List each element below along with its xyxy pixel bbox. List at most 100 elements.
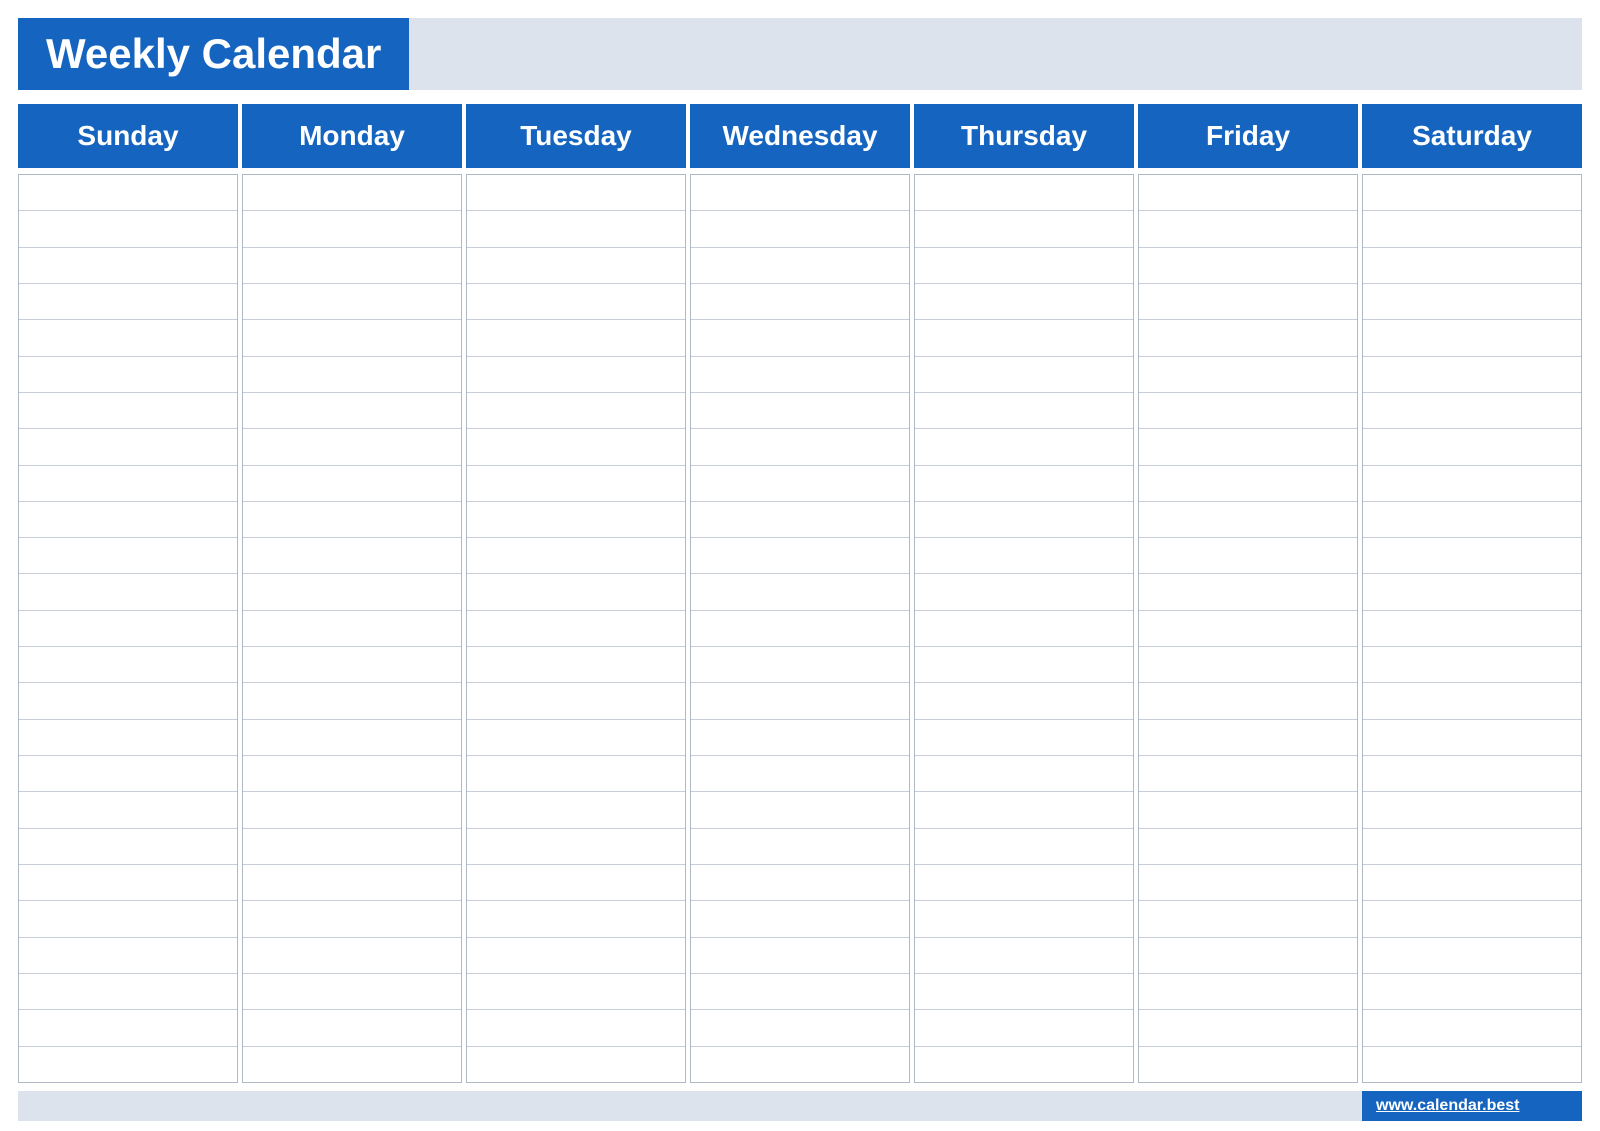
table-row[interactable]: [691, 284, 909, 320]
table-row[interactable]: [1139, 720, 1357, 756]
table-row[interactable]: [467, 901, 685, 937]
table-row[interactable]: [691, 357, 909, 393]
table-row[interactable]: [467, 320, 685, 356]
table-row[interactable]: [915, 284, 1133, 320]
table-row[interactable]: [467, 865, 685, 901]
table-row[interactable]: [1139, 1047, 1357, 1082]
table-row[interactable]: [1363, 502, 1581, 538]
table-row[interactable]: [1139, 611, 1357, 647]
table-row[interactable]: [467, 393, 685, 429]
table-row[interactable]: [915, 611, 1133, 647]
table-row[interactable]: [243, 429, 461, 465]
table-row[interactable]: [243, 320, 461, 356]
table-row[interactable]: [915, 829, 1133, 865]
table-row[interactable]: [19, 611, 237, 647]
table-row[interactable]: [19, 574, 237, 610]
table-row[interactable]: [691, 611, 909, 647]
table-row[interactable]: [1363, 901, 1581, 937]
table-row[interactable]: [915, 901, 1133, 937]
table-row[interactable]: [1363, 175, 1581, 211]
table-row[interactable]: [691, 901, 909, 937]
table-row[interactable]: [691, 792, 909, 828]
table-row[interactable]: [1139, 211, 1357, 247]
table-row[interactable]: [19, 974, 237, 1010]
table-row[interactable]: [691, 248, 909, 284]
table-row[interactable]: [1363, 1047, 1581, 1082]
table-row[interactable]: [1363, 792, 1581, 828]
table-row[interactable]: [1139, 647, 1357, 683]
table-row[interactable]: [1139, 574, 1357, 610]
day-column-saturday[interactable]: [1362, 174, 1582, 1083]
table-row[interactable]: [19, 1047, 237, 1082]
table-row[interactable]: [915, 647, 1133, 683]
table-row[interactable]: [243, 720, 461, 756]
table-row[interactable]: [1139, 901, 1357, 937]
table-row[interactable]: [1139, 357, 1357, 393]
table-row[interactable]: [243, 466, 461, 502]
table-row[interactable]: [243, 792, 461, 828]
table-row[interactable]: [1139, 466, 1357, 502]
table-row[interactable]: [243, 284, 461, 320]
table-row[interactable]: [19, 683, 237, 719]
table-row[interactable]: [19, 429, 237, 465]
table-row[interactable]: [691, 865, 909, 901]
table-row[interactable]: [1363, 611, 1581, 647]
table-row[interactable]: [19, 175, 237, 211]
table-row[interactable]: [467, 574, 685, 610]
table-row[interactable]: [467, 175, 685, 211]
table-row[interactable]: [915, 357, 1133, 393]
table-row[interactable]: [243, 538, 461, 574]
table-row[interactable]: [1363, 357, 1581, 393]
table-row[interactable]: [915, 974, 1133, 1010]
table-row[interactable]: [915, 1047, 1133, 1082]
table-row[interactable]: [467, 974, 685, 1010]
table-row[interactable]: [1363, 1010, 1581, 1046]
table-row[interactable]: [915, 1010, 1133, 1046]
table-row[interactable]: [243, 611, 461, 647]
table-row[interactable]: [1363, 683, 1581, 719]
table-row[interactable]: [915, 211, 1133, 247]
table-row[interactable]: [467, 538, 685, 574]
table-row[interactable]: [1363, 865, 1581, 901]
table-row[interactable]: [467, 756, 685, 792]
table-row[interactable]: [1139, 974, 1357, 1010]
table-row[interactable]: [1363, 829, 1581, 865]
table-row[interactable]: [691, 1047, 909, 1082]
table-row[interactable]: [1139, 502, 1357, 538]
table-row[interactable]: [467, 829, 685, 865]
table-row[interactable]: [915, 865, 1133, 901]
day-column-friday[interactable]: [1138, 174, 1358, 1083]
table-row[interactable]: [1139, 429, 1357, 465]
table-row[interactable]: [467, 611, 685, 647]
table-row[interactable]: [691, 538, 909, 574]
footer-url[interactable]: www.calendar.best: [1376, 1097, 1519, 1115]
day-column-sunday[interactable]: [18, 174, 238, 1083]
table-row[interactable]: [1363, 756, 1581, 792]
table-row[interactable]: [243, 647, 461, 683]
table-row[interactable]: [915, 429, 1133, 465]
table-row[interactable]: [243, 175, 461, 211]
table-row[interactable]: [1363, 248, 1581, 284]
table-row[interactable]: [691, 211, 909, 247]
table-row[interactable]: [467, 1047, 685, 1082]
table-row[interactable]: [19, 284, 237, 320]
table-row[interactable]: [243, 938, 461, 974]
table-row[interactable]: [19, 211, 237, 247]
table-row[interactable]: [691, 756, 909, 792]
table-row[interactable]: [243, 574, 461, 610]
table-row[interactable]: [467, 720, 685, 756]
table-row[interactable]: [19, 938, 237, 974]
table-row[interactable]: [243, 974, 461, 1010]
table-row[interactable]: [915, 938, 1133, 974]
table-row[interactable]: [915, 683, 1133, 719]
table-row[interactable]: [243, 1047, 461, 1082]
table-row[interactable]: [691, 829, 909, 865]
table-row[interactable]: [691, 502, 909, 538]
table-row[interactable]: [19, 393, 237, 429]
table-row[interactable]: [1139, 756, 1357, 792]
table-row[interactable]: [467, 683, 685, 719]
table-row[interactable]: [1139, 865, 1357, 901]
table-row[interactable]: [915, 720, 1133, 756]
table-row[interactable]: [1363, 320, 1581, 356]
table-row[interactable]: [1139, 320, 1357, 356]
